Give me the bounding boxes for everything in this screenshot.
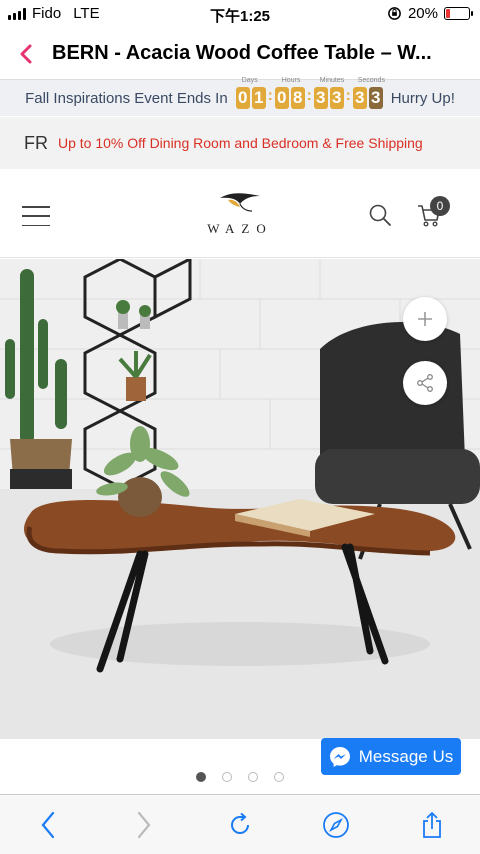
page-title: BERN - Acacia Wood Coffee Table – W...	[52, 42, 432, 64]
timer-digit: 1	[251, 87, 266, 109]
timer-separator: :	[306, 87, 312, 104]
search-icon	[369, 204, 391, 226]
cart-count-badge: 0	[430, 196, 450, 216]
plus-icon	[418, 312, 432, 326]
message-us-label: Message Us	[358, 746, 454, 766]
message-us-button[interactable]: Message Us	[321, 738, 461, 775]
timer-digit: 0	[274, 87, 289, 109]
browser-toolbar	[0, 794, 480, 854]
timer-unit-seconds: Seconds	[357, 77, 385, 84]
orientation-lock-icon	[388, 7, 401, 20]
event-text: Fall Inspirations Event Ends In	[25, 89, 228, 107]
language-toggle[interactable]: FR	[24, 133, 58, 154]
messenger-icon	[329, 746, 350, 767]
timer-digit: 0	[235, 87, 250, 109]
battery-icon	[444, 7, 473, 20]
timer-digit: 3	[352, 87, 367, 109]
status-bar: Fido LTE 下午1:25 20%	[0, 0, 480, 28]
battery-percent: 20%	[407, 5, 438, 22]
product-image[interactable]	[0, 259, 480, 739]
logo-text: WAZO	[207, 221, 273, 236]
carousel-dot[interactable]	[196, 772, 206, 782]
compass-icon	[323, 811, 349, 838]
timer-unit-hours: Hours	[281, 77, 301, 84]
timer-digit: 3	[313, 87, 328, 109]
cart-button[interactable]: 0	[416, 196, 450, 233]
chevron-left-icon	[20, 44, 32, 63]
timer-unit-days: Days	[241, 77, 258, 84]
site-logo[interactable]: WAZO	[190, 190, 290, 237]
reload-button[interactable]	[218, 803, 262, 847]
hurry-text: Hurry Up!	[390, 89, 455, 107]
carousel-dot[interactable]	[274, 772, 284, 782]
zoom-button[interactable]	[403, 297, 447, 341]
back-button[interactable]	[0, 28, 52, 80]
share-upload-icon	[423, 811, 441, 838]
share-product-button[interactable]	[403, 361, 447, 405]
search-button[interactable]	[368, 203, 392, 232]
bookmarks-button[interactable]	[314, 803, 358, 847]
bird-logo-icon	[220, 193, 260, 212]
chevron-left-icon	[41, 811, 55, 838]
carousel-dot[interactable]	[248, 772, 258, 782]
site-header: WAZO 0	[0, 170, 480, 258]
timer-separator: :	[267, 87, 273, 104]
timer-separator: :	[345, 87, 351, 104]
timer-digit: 3	[368, 87, 383, 109]
countdown-timer: Days Hours Minutes Seconds 0 1 : 0 8 : 3…	[235, 77, 385, 109]
promo-link[interactable]: Up to 10% Off Dining Room and Bedroom & …	[58, 135, 423, 151]
timer-unit-minutes: Minutes	[319, 77, 345, 84]
carousel-dot[interactable]	[222, 772, 232, 782]
chevron-right-icon	[137, 811, 151, 838]
status-right: 20%	[387, 5, 473, 22]
promo-bar: FR Up to 10% Off Dining Room and Bedroom…	[0, 117, 480, 169]
browser-forward-button[interactable]	[122, 803, 166, 847]
menu-icon[interactable]	[22, 206, 50, 226]
timer-digit: 8	[290, 87, 305, 109]
reload-icon	[231, 812, 249, 834]
title-bar: BERN - Acacia Wood Coffee Table – W...	[0, 28, 480, 80]
event-countdown-bar: Fall Inspirations Event Ends In Days Hou…	[0, 77, 480, 116]
timer-digit: 3	[329, 87, 344, 109]
browser-back-button[interactable]	[26, 803, 70, 847]
share-button[interactable]	[410, 803, 454, 847]
share-icon	[417, 374, 433, 392]
